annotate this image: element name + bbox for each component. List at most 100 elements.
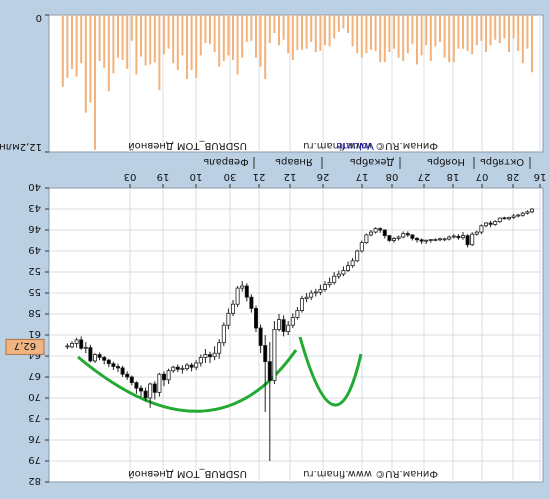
candle-body xyxy=(382,229,387,237)
candle-body xyxy=(520,212,525,216)
date-tick-label: 10 xyxy=(190,171,203,182)
candle-body xyxy=(180,367,185,370)
volume-bar xyxy=(149,15,152,65)
date-tick-label: 18 xyxy=(447,171,460,182)
volume-bar xyxy=(439,15,441,42)
candle-body xyxy=(65,345,70,348)
volume-ticker-label: USDRUB_TOM Дневной xyxy=(128,140,247,151)
chart-window: 404346495255586164677073767982 012,2млн … xyxy=(0,0,550,499)
candle-body xyxy=(249,296,254,309)
volume-bar xyxy=(416,15,418,65)
candle-body xyxy=(424,239,429,242)
date-tick-label: 17 xyxy=(356,171,369,182)
candle-body xyxy=(300,298,305,311)
volume-tick-label: 0 xyxy=(36,12,42,23)
candle-body xyxy=(497,217,502,223)
candle-body xyxy=(290,317,295,326)
price-tick-label: 79 xyxy=(28,454,41,465)
volume-label: Volume xyxy=(337,140,374,151)
volume-bar xyxy=(517,15,520,51)
price-ticker-label: USDRUB_TOM Дневной xyxy=(128,468,247,479)
volume-bar xyxy=(227,15,230,56)
candle-body xyxy=(470,233,475,246)
candle-body xyxy=(451,235,456,238)
volume-bar xyxy=(75,15,78,77)
volume-bar xyxy=(411,15,414,45)
volume-bar xyxy=(388,15,391,53)
candle-body xyxy=(442,238,447,241)
date-tick-label: 26 xyxy=(317,171,330,182)
candle-body xyxy=(336,273,341,277)
price-tick-label: 52 xyxy=(28,265,41,276)
candle-body xyxy=(97,354,102,358)
candle-body xyxy=(203,354,208,358)
volume-bar xyxy=(222,15,225,62)
candle-body xyxy=(226,312,231,326)
candle-body xyxy=(474,231,479,235)
candle-body xyxy=(447,236,452,240)
candle-body xyxy=(350,260,355,267)
candle-body xyxy=(171,366,176,372)
candle-body xyxy=(346,265,351,272)
candle-body xyxy=(194,362,199,368)
volume-bar xyxy=(241,15,244,58)
volume-bar xyxy=(232,15,234,60)
volume-bar xyxy=(360,15,363,58)
candle-body xyxy=(152,383,157,393)
volume-bar xyxy=(356,15,359,54)
volume-bar xyxy=(521,15,524,64)
volume-bar xyxy=(374,15,377,51)
candle-body xyxy=(263,345,268,363)
candle-body xyxy=(70,342,75,348)
volume-bar xyxy=(190,15,193,71)
volume-bar xyxy=(503,15,506,39)
volume-bar xyxy=(176,15,179,71)
candle-body xyxy=(254,307,259,329)
candle-body xyxy=(327,282,332,286)
candle-body xyxy=(295,310,300,318)
candle-body xyxy=(460,235,465,239)
volume-bar xyxy=(268,15,271,44)
candle-body xyxy=(387,235,392,241)
candle-body xyxy=(364,234,369,244)
month-label: Январь xyxy=(275,156,313,167)
month-label: Февраль xyxy=(203,156,249,167)
candle-body xyxy=(240,285,245,289)
month-label: Декабрь xyxy=(350,156,395,167)
date-tick-label: 16 xyxy=(534,171,547,182)
candle-body xyxy=(134,382,139,389)
candle-body xyxy=(157,373,162,393)
candle-body xyxy=(323,284,328,290)
volume-bar xyxy=(144,15,147,66)
volume-bar xyxy=(406,15,409,54)
candle-body xyxy=(258,327,263,346)
candle-body xyxy=(244,285,249,298)
candle-body xyxy=(359,242,364,252)
date-tick-label: 19 xyxy=(157,171,170,182)
candle-body xyxy=(272,329,277,381)
volume-bar xyxy=(195,15,198,78)
candle-body xyxy=(392,238,397,241)
volume-bar xyxy=(462,15,464,49)
candle-body xyxy=(175,366,180,370)
volume-bar xyxy=(393,15,395,49)
candle-body xyxy=(286,324,291,332)
date-tick-label: 30 xyxy=(224,171,237,182)
candle-body xyxy=(162,373,167,381)
candle-body xyxy=(83,346,88,349)
volume-bar xyxy=(84,15,87,113)
price-tick-label: 58 xyxy=(28,307,41,318)
volume-bar xyxy=(531,15,533,73)
volume-bar xyxy=(167,15,170,49)
volume-bar xyxy=(508,15,510,53)
last-price-marker: 62,7 xyxy=(5,338,45,355)
volume-bar xyxy=(291,15,294,60)
candle-body xyxy=(129,376,134,383)
candle-body xyxy=(74,339,79,344)
candle-body xyxy=(369,231,374,236)
date-tick-label: 21 xyxy=(253,171,266,182)
candle-body xyxy=(93,354,98,362)
candle-body xyxy=(465,235,470,246)
candle-body xyxy=(212,352,217,358)
date-tick-label: 12 xyxy=(284,171,297,182)
